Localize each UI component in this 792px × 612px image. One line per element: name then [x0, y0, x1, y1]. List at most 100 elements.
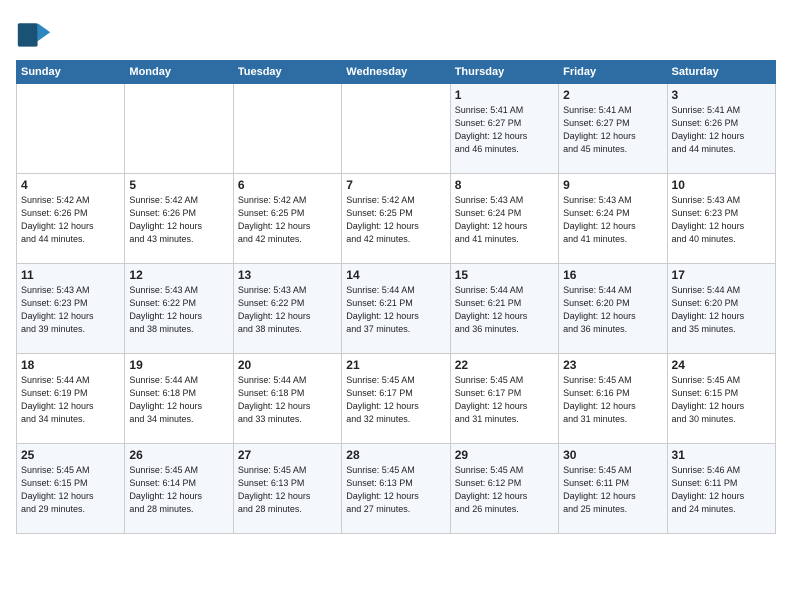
day-number: 14 — [346, 268, 445, 282]
logo-icon — [16, 16, 52, 52]
calendar-table: SundayMondayTuesdayWednesdayThursdayFrid… — [16, 60, 776, 534]
header-row: SundayMondayTuesdayWednesdayThursdayFrid… — [17, 61, 776, 84]
cell-info: Sunrise: 5:43 AM Sunset: 6:23 PM Dayligh… — [21, 284, 120, 336]
calendar-cell: 3 Sunrise: 5:41 AM Sunset: 6:26 PM Daylig… — [667, 84, 775, 174]
calendar-cell: 21 Sunrise: 5:45 AM Sunset: 6:17 PM Dayli… — [342, 354, 450, 444]
week-row-1: 4 Sunrise: 5:42 AM Sunset: 6:26 PM Daylig… — [17, 174, 776, 264]
day-number: 18 — [21, 358, 120, 372]
calendar-cell: 26 Sunrise: 5:45 AM Sunset: 6:14 PM Dayli… — [125, 444, 233, 534]
cell-info: Sunrise: 5:44 AM Sunset: 6:21 PM Dayligh… — [455, 284, 554, 336]
calendar-cell: 2 Sunrise: 5:41 AM Sunset: 6:27 PM Daylig… — [559, 84, 667, 174]
cell-info: Sunrise: 5:44 AM Sunset: 6:19 PM Dayligh… — [21, 374, 120, 426]
calendar-cell: 25 Sunrise: 5:45 AM Sunset: 6:15 PM Dayli… — [17, 444, 125, 534]
page-header — [16, 16, 776, 52]
calendar-cell: 17 Sunrise: 5:44 AM Sunset: 6:20 PM Dayli… — [667, 264, 775, 354]
calendar-cell: 22 Sunrise: 5:45 AM Sunset: 6:17 PM Dayli… — [450, 354, 558, 444]
cell-info: Sunrise: 5:45 AM Sunset: 6:17 PM Dayligh… — [346, 374, 445, 426]
calendar-cell: 8Sunrise: 5:43 AM Sunset: 6:24 PM Daylig… — [450, 174, 558, 264]
day-number: 6 — [238, 178, 337, 192]
day-number: 28 — [346, 448, 445, 462]
cell-info: Sunrise: 5:43 AM Sunset: 6:22 PM Dayligh… — [129, 284, 228, 336]
cell-info: Sunrise: 5:45 AM Sunset: 6:15 PM Dayligh… — [21, 464, 120, 516]
calendar-cell: 14 Sunrise: 5:44 AM Sunset: 6:21 PM Dayli… — [342, 264, 450, 354]
day-number: 26 — [129, 448, 228, 462]
day-number: 21 — [346, 358, 445, 372]
cell-info: Sunrise: 5:45 AM Sunset: 6:11 PM Dayligh… — [563, 464, 662, 516]
cell-info: Sunrise: 5:46 AM Sunset: 6:11 PM Dayligh… — [672, 464, 771, 516]
calendar-cell: 7Sunrise: 5:42 AM Sunset: 6:25 PM Daylig… — [342, 174, 450, 264]
cell-info: Sunrise: 5:45 AM Sunset: 6:12 PM Dayligh… — [455, 464, 554, 516]
cell-info: Sunrise: 5:44 AM Sunset: 6:20 PM Dayligh… — [672, 284, 771, 336]
calendar-cell: 16 Sunrise: 5:44 AM Sunset: 6:20 PM Dayli… — [559, 264, 667, 354]
calendar-cell: 6 Sunrise: 5:42 AM Sunset: 6:25 PM Daylig… — [233, 174, 341, 264]
day-number: 9 — [563, 178, 662, 192]
day-number: 16 — [563, 268, 662, 282]
day-number: 10 — [672, 178, 771, 192]
cell-info: Sunrise: 5:41 AM Sunset: 6:26 PM Dayligh… — [672, 104, 771, 156]
day-number: 20 — [238, 358, 337, 372]
calendar-cell: 18 Sunrise: 5:44 AM Sunset: 6:19 PM Dayli… — [17, 354, 125, 444]
header-day-friday: Friday — [559, 61, 667, 84]
cell-info: Sunrise: 5:45 AM Sunset: 6:16 PM Dayligh… — [563, 374, 662, 426]
calendar-cell — [125, 84, 233, 174]
cell-info: Sunrise: 5:45 AM Sunset: 6:17 PM Dayligh… — [455, 374, 554, 426]
calendar-cell: 31 Sunrise: 5:46 AM Sunset: 6:11 PM Dayli… — [667, 444, 775, 534]
cell-info: Sunrise: 5:42 AM Sunset: 6:26 PM Dayligh… — [21, 194, 120, 246]
header-day-monday: Monday — [125, 61, 233, 84]
day-number: 27 — [238, 448, 337, 462]
cell-info: Sunrise: 5:43 AM Sunset: 6:23 PM Dayligh… — [672, 194, 771, 246]
cell-info: Sunrise: 5:42 AM Sunset: 6:26 PM Dayligh… — [129, 194, 228, 246]
calendar-cell: 29Sunrise: 5:45 AM Sunset: 6:12 PM Dayli… — [450, 444, 558, 534]
day-number: 5 — [129, 178, 228, 192]
day-number: 17 — [672, 268, 771, 282]
calendar-cell — [342, 84, 450, 174]
day-number: 30 — [563, 448, 662, 462]
day-number: 22 — [455, 358, 554, 372]
day-number: 31 — [672, 448, 771, 462]
cell-info: Sunrise: 5:45 AM Sunset: 6:14 PM Dayligh… — [129, 464, 228, 516]
cell-info: Sunrise: 5:44 AM Sunset: 6:21 PM Dayligh… — [346, 284, 445, 336]
calendar-cell: 27 Sunrise: 5:45 AM Sunset: 6:13 PM Dayli… — [233, 444, 341, 534]
calendar-cell: 30 Sunrise: 5:45 AM Sunset: 6:11 PM Dayli… — [559, 444, 667, 534]
day-number: 2 — [563, 88, 662, 102]
calendar-header: SundayMondayTuesdayWednesdayThursdayFrid… — [17, 61, 776, 84]
day-number: 12 — [129, 268, 228, 282]
calendar-cell: 9 Sunrise: 5:43 AM Sunset: 6:24 PM Daylig… — [559, 174, 667, 264]
cell-info: Sunrise: 5:43 AM Sunset: 6:24 PM Dayligh… — [563, 194, 662, 246]
calendar-cell: 11 Sunrise: 5:43 AM Sunset: 6:23 PM Dayli… — [17, 264, 125, 354]
calendar-cell: 10 Sunrise: 5:43 AM Sunset: 6:23 PM Dayli… — [667, 174, 775, 264]
cell-info: Sunrise: 5:41 AM Sunset: 6:27 PM Dayligh… — [455, 104, 554, 156]
week-row-4: 25 Sunrise: 5:45 AM Sunset: 6:15 PM Dayli… — [17, 444, 776, 534]
day-number: 19 — [129, 358, 228, 372]
calendar-cell: 20 Sunrise: 5:44 AM Sunset: 6:18 PM Dayli… — [233, 354, 341, 444]
logo — [16, 16, 56, 52]
week-row-2: 11 Sunrise: 5:43 AM Sunset: 6:23 PM Dayli… — [17, 264, 776, 354]
calendar-cell: 5 Sunrise: 5:42 AM Sunset: 6:26 PM Daylig… — [125, 174, 233, 264]
cell-info: Sunrise: 5:45 AM Sunset: 6:13 PM Dayligh… — [346, 464, 445, 516]
calendar-cell: 28 Sunrise: 5:45 AM Sunset: 6:13 PM Dayli… — [342, 444, 450, 534]
cell-info: Sunrise: 5:44 AM Sunset: 6:20 PM Dayligh… — [563, 284, 662, 336]
day-number: 1 — [455, 88, 554, 102]
cell-info: Sunrise: 5:42 AM Sunset: 6:25 PM Dayligh… — [238, 194, 337, 246]
week-row-0: 1 Sunrise: 5:41 AM Sunset: 6:27 PM Daylig… — [17, 84, 776, 174]
header-day-thursday: Thursday — [450, 61, 558, 84]
calendar-cell: 19Sunrise: 5:44 AM Sunset: 6:18 PM Dayli… — [125, 354, 233, 444]
cell-info: Sunrise: 5:45 AM Sunset: 6:13 PM Dayligh… — [238, 464, 337, 516]
day-number: 23 — [563, 358, 662, 372]
cell-info: Sunrise: 5:45 AM Sunset: 6:15 PM Dayligh… — [672, 374, 771, 426]
calendar-cell: 15Sunrise: 5:44 AM Sunset: 6:21 PM Dayli… — [450, 264, 558, 354]
day-number: 4 — [21, 178, 120, 192]
header-day-wednesday: Wednesday — [342, 61, 450, 84]
day-number: 3 — [672, 88, 771, 102]
week-row-3: 18 Sunrise: 5:44 AM Sunset: 6:19 PM Dayli… — [17, 354, 776, 444]
day-number: 24 — [672, 358, 771, 372]
header-day-tuesday: Tuesday — [233, 61, 341, 84]
calendar-cell: 1 Sunrise: 5:41 AM Sunset: 6:27 PM Daylig… — [450, 84, 558, 174]
day-number: 25 — [21, 448, 120, 462]
day-number: 11 — [21, 268, 120, 282]
cell-info: Sunrise: 5:42 AM Sunset: 6:25 PM Dayligh… — [346, 194, 445, 246]
cell-info: Sunrise: 5:44 AM Sunset: 6:18 PM Dayligh… — [238, 374, 337, 426]
calendar-cell: 12 Sunrise: 5:43 AM Sunset: 6:22 PM Dayli… — [125, 264, 233, 354]
calendar-cell: 4 Sunrise: 5:42 AM Sunset: 6:26 PM Daylig… — [17, 174, 125, 264]
cell-info: Sunrise: 5:41 AM Sunset: 6:27 PM Dayligh… — [563, 104, 662, 156]
